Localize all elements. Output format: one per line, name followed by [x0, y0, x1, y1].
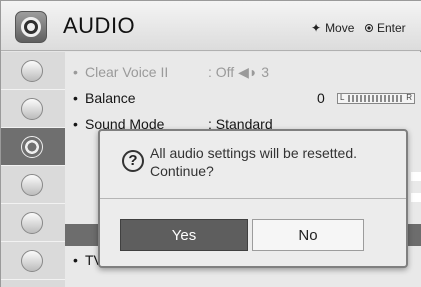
speaker-icon	[15, 11, 47, 43]
lock-icon	[21, 212, 43, 234]
tv-menu-screen: AUDIO ✦ Move Enter • Clear Voice II : Of…	[0, 0, 421, 287]
reset-confirm-dialog: ? All audio settings will be resetted. C…	[98, 129, 408, 268]
question-icon: ?	[122, 150, 144, 172]
sidebar-item-option[interactable]	[1, 242, 65, 280]
yes-button[interactable]: Yes	[120, 219, 248, 251]
sidebar-item-audio[interactable]	[1, 128, 65, 166]
header-bar: AUDIO ✦ Move Enter	[1, 1, 421, 51]
balance-right-label: R	[406, 93, 412, 102]
audio-icon	[21, 136, 43, 158]
enter-button-icon	[365, 24, 373, 32]
balance-left-label: L	[340, 93, 345, 102]
sidebar-item-picture[interactable]	[1, 52, 65, 90]
setting-label: Balance	[85, 90, 136, 106]
move-hint-label: Move	[325, 21, 355, 35]
no-button[interactable]: No	[252, 219, 364, 251]
time-icon	[21, 174, 43, 196]
screen-icon	[21, 98, 43, 120]
page-title: AUDIO	[63, 13, 136, 38]
sidebar-item-time[interactable]	[1, 166, 65, 204]
picture-icon	[21, 60, 43, 82]
sidebar-item-screen[interactable]	[1, 90, 65, 128]
setting-value: : Off ◀◗ 3	[208, 64, 269, 80]
move-arrows-icon: ✦	[311, 21, 322, 35]
sidebar-item-lock[interactable]	[1, 204, 65, 242]
setting-clear-voice[interactable]: • Clear Voice II : Off ◀◗ 3	[65, 62, 421, 84]
move-hint: ✦ Move	[311, 21, 354, 35]
enter-hint: Enter	[365, 21, 406, 35]
option-icon	[21, 250, 43, 272]
dialog-message-continue: Continue?	[150, 163, 214, 179]
setting-balance[interactable]: • Balance 0 L R	[65, 88, 421, 110]
scroll-markers	[411, 172, 421, 232]
setting-label: Clear Voice II	[85, 64, 169, 80]
dialog-divider	[100, 198, 406, 199]
balance-value: 0	[317, 90, 325, 106]
category-sidebar	[1, 52, 65, 287]
balance-slider-fill	[348, 95, 404, 102]
balance-slider[interactable]: L R	[337, 93, 415, 104]
dialog-message: All audio settings will be resetted.	[150, 145, 357, 161]
enter-hint-label: Enter	[377, 21, 406, 35]
